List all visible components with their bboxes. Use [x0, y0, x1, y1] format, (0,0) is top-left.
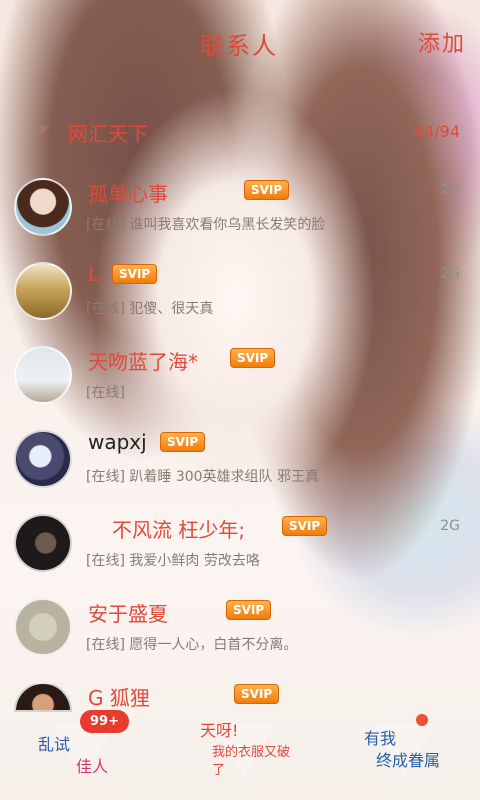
contact-row[interactable]: 天吻蓝了海* SVIP [在线] — [0, 346, 480, 430]
top-bar: 联系人 添加 — [0, 0, 480, 80]
contact-name: 天吻蓝了海* — [88, 350, 198, 374]
add-button[interactable]: 添加 — [418, 26, 466, 58]
contact-name: 安于盛夏 — [88, 602, 168, 626]
avatar — [14, 262, 72, 320]
contact-row[interactable]: wapxj SVIP [在线] 趴着睡 300英雄求组队 邪王真 — [0, 430, 480, 514]
contact-name: wapxj — [88, 430, 147, 454]
unread-badge: 99+ — [80, 710, 129, 733]
contact-row[interactable]: L SVIP 2G [在线] 犯傻、很天真 — [0, 262, 480, 346]
svip-badge: SVIP — [282, 516, 328, 536]
group-online-count: 44/94 — [413, 122, 460, 141]
contact-status: [在线] 谁叫我喜欢看你乌黑长发笑的脸 — [86, 217, 326, 233]
svip-badge: SVIP — [244, 180, 290, 200]
avatar — [14, 430, 72, 488]
tab-2-line1: 天呀! — [200, 721, 239, 740]
tab-3[interactable]: 有我 终成眷属 — [320, 700, 480, 800]
contact-name: L — [88, 262, 100, 286]
tab-1-line2: 佳人 — [76, 757, 109, 776]
contact-status: [在线] 我爱小鲜肉 劳改去咯 — [86, 553, 260, 569]
network-status: 2G — [440, 182, 460, 198]
contact-status: [在线] 愿得一人心，白首不分离。 — [86, 637, 298, 653]
tab-1-line1: 乱试 — [38, 735, 71, 754]
contact-row[interactable]: 安于盛夏 SVIP [在线] 愿得一人心，白首不分离。 — [0, 598, 480, 682]
bottom-tab-bar: 乱试 佳人 99+ 天呀! 我的衣服又破了 有我 终成眷属 — [0, 700, 480, 800]
network-status: 2G — [440, 266, 460, 282]
avatar — [14, 514, 72, 572]
tab-2-line2: 我的衣服又破了 — [212, 745, 291, 778]
contact-status: [在线] 趴着睡 300英雄求组队 邪王真 — [86, 469, 319, 485]
expand-arrow-icon — [34, 126, 48, 135]
svip-badge: SVIP — [160, 432, 206, 452]
avatar — [14, 178, 72, 236]
tab-2[interactable]: 天呀! 我的衣服又破了 — [160, 700, 320, 800]
svip-badge: SVIP — [226, 600, 272, 620]
avatar — [14, 346, 72, 404]
tab-3-line1: 有我 — [364, 729, 397, 748]
contact-status: [在线] 犯傻、很天真 — [86, 301, 214, 317]
contact-name: 不风流 枉少年; — [112, 518, 246, 542]
contact-row[interactable]: 孤单心事 SVIP 2G [在线] 谁叫我喜欢看你乌黑长发笑的脸 — [0, 178, 480, 262]
notification-dot-icon — [416, 714, 428, 726]
contact-name: 孤单心事 — [88, 182, 168, 206]
contact-row[interactable]: 不风流 枉少年; SVIP 2G [在线] 我爱小鲜肉 劳改去咯 — [0, 514, 480, 598]
contact-group-header[interactable]: 网汇天下 44/94 — [0, 118, 480, 148]
page-title: 联系人 — [200, 32, 278, 60]
network-status: 2G — [440, 518, 460, 534]
tab-3-line2: 终成眷属 — [376, 751, 441, 770]
svip-badge: SVIP — [230, 348, 276, 368]
contact-status: [在线] — [86, 385, 125, 401]
tab-1[interactable]: 乱试 佳人 99+ — [0, 700, 160, 800]
svip-badge: SVIP — [112, 264, 158, 284]
avatar — [14, 598, 72, 656]
group-name: 网汇天下 — [68, 122, 148, 146]
